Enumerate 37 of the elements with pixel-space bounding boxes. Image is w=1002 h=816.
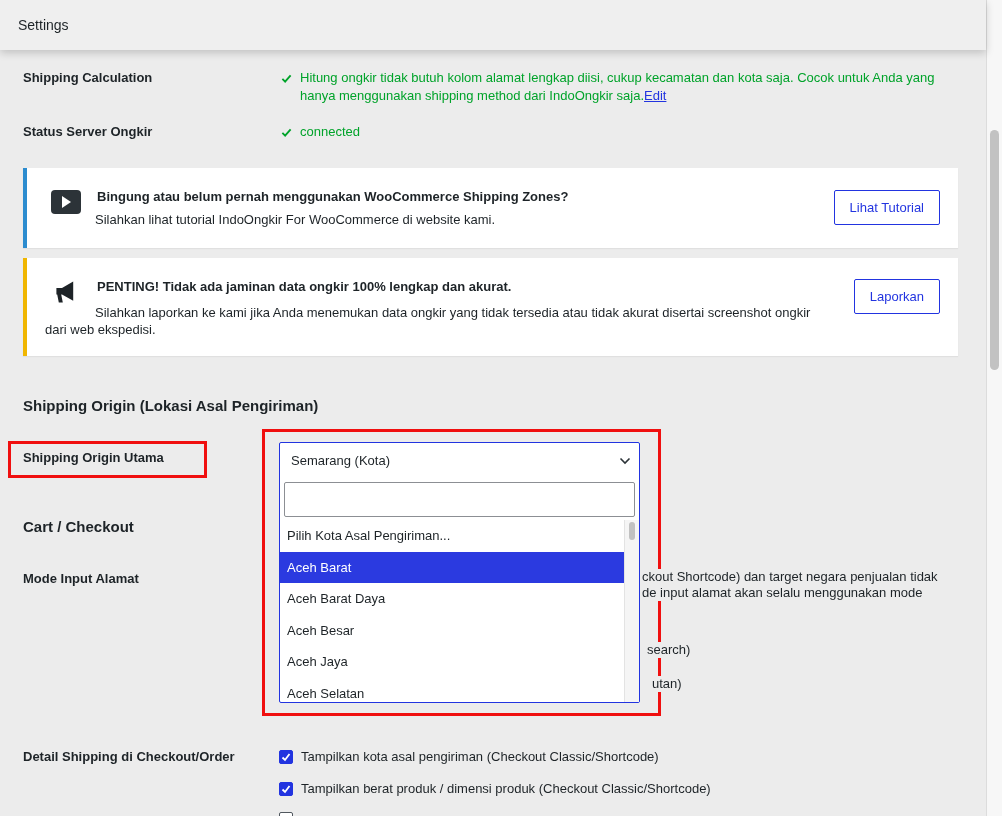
checkmark-icon [281,127,292,138]
status-text: connected [300,123,360,141]
description-text: de input alamat akan selalu menggunakan mode [642,585,923,601]
section-heading: Shipping Origin (Lokasi Asal Pengiriman) [23,396,319,416]
notice-button[interactable]: Lihat Tutorial [833,190,940,225]
dropdown-option[interactable]: Aceh Besar [280,614,624,647]
checkbox-label: Tampilkan berat produk / dimensi produk (Checkout Classic/Shortcode) [301,780,711,798]
checkbox-label: Tampilkan kota asal pengiriman (Checkout Classic/Shortcode) [301,748,659,766]
search-field[interactable] [284,482,635,517]
dropdown-option[interactable]: Aceh Jaya [280,646,624,678]
setting-label: Mode Input Alamat [23,570,140,588]
dropdown-option[interactable]: Aceh Barat Daya [280,583,624,615]
notice-text: Silahkan laporkan ke kami jika Anda menemukan data ongkir yang tidak tersedia atau tidak akurat disertai screenshot ongkir dari web ekspedisi. [45,304,812,338]
city-select[interactable]: Semarang (Kota) [280,443,639,478]
notice-title: Bingung atau belum pernah menggunakan WooCommerce Shipping Zones? [97,188,570,206]
setting-label: Shipping Calculation [23,69,154,87]
checkbox[interactable] [279,750,293,764]
setting-label: Detail Shipping di Checkout/Order [23,748,236,766]
notice-button[interactable]: Laporkan [853,279,940,314]
checkmark-icon [281,73,292,84]
scrollbar[interactable] [986,0,1002,816]
checkbox[interactable] [279,782,293,796]
scrollbar[interactable] [624,520,639,702]
page-title: Settings [18,17,69,33]
play-icon [51,190,81,214]
dropdown-option[interactable]: Aceh Selatan [280,677,624,702]
edit-link[interactable]: Edit [644,88,667,103]
dropdown-option[interactable]: Pilih Kota Asal Pengiriman... [280,520,624,552]
setting-label: Status Server Ongkir [23,123,154,141]
section-heading: Cart / Checkout [23,517,134,537]
setting-label: Shipping Origin Utama [23,449,165,467]
description-text: ckout Shortcode) dan target negara penjualan tidak [642,569,938,585]
notice-text: Silahkan lihat tutorial IndoOngkir For WooCommerce di website kami. [94,211,497,228]
chevron-down-icon [619,456,631,465]
notice-title: PENTING! Tidak ada jaminan data ongkir 100% lengkap dan akurat. [97,278,513,296]
dropdown-option[interactable]: Aceh Barat [280,551,624,584]
status-text: Hitung ongkir tidak butuh kolom alamat lengkap diisi, cukup kecamatan dan kota saja. Cocok untuk Anda yang hanya menggunakan shipping method dari IndoOngkir saja.Edit [300,69,936,105]
